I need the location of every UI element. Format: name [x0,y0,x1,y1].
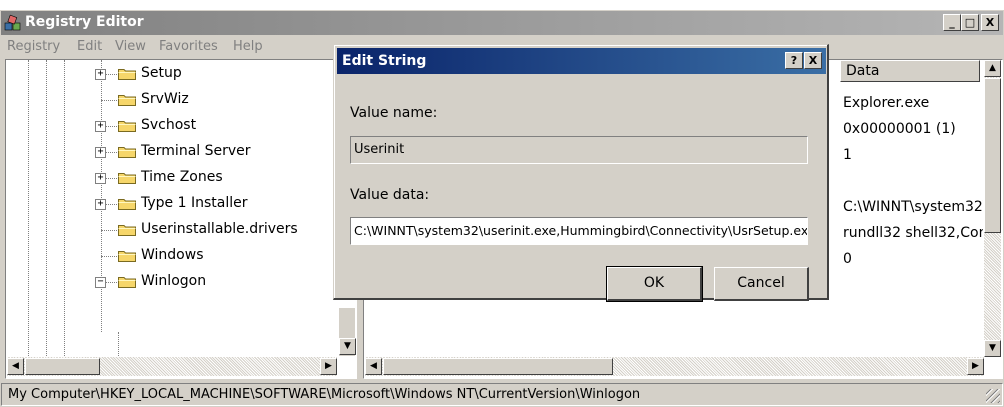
expand-icon[interactable]: + [95,173,106,184]
tree-item-label: Time Zones [141,169,223,185]
help-button[interactable]: ? [785,52,803,69]
scroll-thumb[interactable] [383,358,613,375]
tree-item-winlogon[interactable]: − Winlogon [6,273,336,293]
menu-help[interactable]: Help [233,39,263,54]
status-bar: My Computer\HKEY_LOCAL_MACHINE\SOFTWARE\… [1,383,1003,406]
data-value[interactable]: C:\WINNT\system32\u [843,199,983,215]
data-value[interactable]: Explorer.exe [843,95,983,111]
tree-item-svchost[interactable]: + Svchost [6,117,336,137]
scroll-down-button[interactable]: ▼ [339,338,356,355]
tree-item-label: Windows [141,247,204,263]
tree-item-userinstallable-drivers[interactable]: Userinstallable.drivers [6,221,336,241]
tree-item-terminal-server[interactable]: + Terminal Server [6,143,336,163]
scroll-up-button[interactable]: ▲ [984,60,1001,77]
folder-icon [118,147,136,158]
title-bar[interactable]: Registry Editor _ □ X [1,11,1003,35]
status-path: My Computer\HKEY_LOCAL_MACHINE\SOFTWARE\… [8,387,641,402]
edit-string-dialog: Edit String ? X Value name: Userinit Val… [333,44,829,302]
resize-grip[interactable] [986,389,1000,403]
list-vertical-scrollbar[interactable]: ▲ ▼ [984,60,1001,357]
folder-icon [118,251,136,262]
tree-guide-line [118,332,119,358]
tree-item-type-1-installer[interactable]: + Type 1 Installer [6,195,336,215]
scroll-left-button[interactable]: ◀ [7,358,24,375]
value-name-field: Userinit [350,136,808,164]
data-column-header[interactable]: Data [840,60,980,82]
data-value[interactable]: 0x00000001 (1) [843,121,983,137]
expand-icon[interactable]: + [95,121,106,132]
menu-view[interactable]: View [115,39,146,54]
dialog-title-bar[interactable]: Edit String ? X [337,48,826,74]
tree-item-label: Setup [141,65,182,81]
scroll-thumb[interactable] [25,358,100,375]
scroll-down-button[interactable]: ▼ [984,340,1001,357]
dialog-title: Edit String [342,53,427,69]
tree-item-setup[interactable]: + Setup [6,65,336,85]
expand-icon[interactable]: + [95,147,106,158]
data-value[interactable]: 1 [843,147,983,163]
tree-item-label: Type 1 Installer [141,195,248,211]
tree-item-windows[interactable]: Windows [6,247,336,267]
folder-icon [118,95,136,106]
folder-icon [118,173,136,184]
data-value[interactable]: rundll32 shell32,Contro [843,225,983,241]
collapse-icon[interactable]: − [95,277,106,288]
folder-icon [118,225,136,236]
ok-button[interactable]: OK [606,266,703,302]
tree-item-srvwiz[interactable]: SrvWiz [6,91,336,111]
tree-item-label: Userinstallable.drivers [141,221,298,237]
list-horizontal-scrollbar[interactable]: ◀ ▶ [365,357,984,376]
tree-vertical-scrollbar[interactable]: ▼ [339,308,356,356]
tree-item-label: Svchost [141,117,197,133]
data-value[interactable]: 0 [843,251,983,267]
maximize-button[interactable]: □ [961,14,979,31]
tree-horizontal-scrollbar[interactable]: ◀ ▶ [7,357,337,376]
open-folder-icon [118,277,136,288]
folder-icon [118,121,136,132]
tree-item-label: Winlogon [141,273,207,289]
value-data-input[interactable]: C:\WINNT\system32\userinit.exe,Hummingbi… [350,217,808,245]
tree-guide-line [101,256,117,257]
dialog-close-button[interactable]: X [804,52,822,69]
scroll-thumb[interactable] [984,78,1001,233]
cancel-button[interactable]: Cancel [714,267,809,301]
tree-guide-line [101,230,117,231]
minimize-button[interactable]: _ [943,14,961,31]
scroll-right-button[interactable]: ▶ [320,358,337,375]
menu-favorites[interactable]: Favorites [159,39,218,54]
window-title: Registry Editor [25,14,144,30]
folder-icon [118,69,136,80]
value-data-label: Value data: [350,187,430,203]
tree-guide-line [101,100,117,101]
tree-item-label: SrvWiz [141,91,189,107]
key-tree-pane[interactable]: + Setup SrvWiz + Svchost + Terminal Server + Tim… [5,59,357,379]
value-name-label: Value name: [350,105,438,121]
menu-edit[interactable]: Edit [77,39,102,54]
expand-icon[interactable]: + [95,69,106,80]
close-button[interactable]: X [981,14,999,31]
folder-icon [118,199,136,210]
expand-icon[interactable]: + [95,199,106,210]
scroll-right-button[interactable]: ▶ [967,358,984,375]
tree-item-time-zones[interactable]: + Time Zones [6,169,336,189]
scroll-left-button[interactable]: ◀ [365,358,382,375]
menu-registry[interactable]: Registry [7,39,60,54]
registry-editor-icon [4,14,21,31]
tree-item-label: Terminal Server [141,143,251,159]
